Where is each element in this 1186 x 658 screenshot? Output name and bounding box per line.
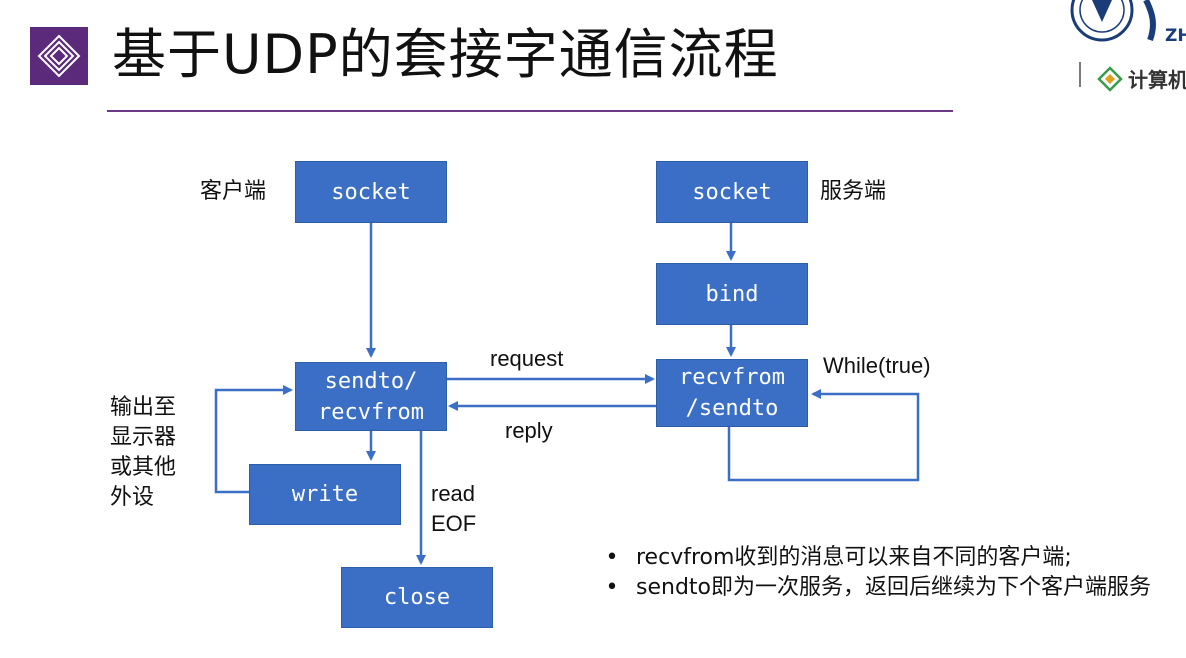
notes-list: • recvfrom收到的消息可以来自不同的客户端; • sendto即为一次服… bbox=[600, 544, 1180, 604]
client-socket-box: socket bbox=[295, 161, 447, 223]
note-text: sendto即为一次服务，返回后继续为下个客户端服务 bbox=[636, 575, 1151, 600]
request-label: request bbox=[490, 346, 564, 371]
client-write-box: write bbox=[249, 464, 401, 525]
output-label-line4: 外设 bbox=[110, 485, 155, 510]
while-true-label: While(true) bbox=[823, 353, 931, 378]
note-item: • sendto即为一次服务，返回后继续为下个客户端服务 bbox=[600, 574, 1176, 602]
client-label: 客户端 bbox=[200, 179, 267, 204]
client-close-box: close bbox=[341, 567, 493, 628]
bullet-icon: • bbox=[605, 545, 619, 570]
client-sendto-recvfrom-box: sendto/ recvfrom bbox=[295, 362, 447, 431]
server-recvfrom-sendto-box: recvfrom /sendto bbox=[656, 359, 808, 427]
output-label-line3: 或其他 bbox=[110, 455, 177, 480]
bullet-icon: • bbox=[605, 575, 619, 600]
note-text: recvfrom收到的消息可以来自不同的客户端; bbox=[636, 545, 1072, 570]
server-socket-box: socket bbox=[656, 161, 808, 223]
output-label-line2: 显示器 bbox=[110, 425, 177, 450]
client-recvfrom-line: recvfrom bbox=[318, 399, 424, 425]
server-bind-box: bind bbox=[656, 263, 808, 325]
note-item: • recvfrom收到的消息可以来自不同的客户端; bbox=[600, 544, 1180, 572]
server-sendto-line: /sendto bbox=[685, 396, 779, 421]
server-recvfrom-line: recvfrom bbox=[679, 365, 785, 390]
reply-label: reply bbox=[505, 418, 553, 443]
client-sendto-line: sendto/ bbox=[324, 368, 418, 394]
eof-label: EOF bbox=[431, 511, 477, 536]
output-label-line1: 输出至 bbox=[110, 395, 177, 420]
server-label: 服务端 bbox=[820, 179, 887, 204]
read-label: read bbox=[431, 481, 476, 506]
